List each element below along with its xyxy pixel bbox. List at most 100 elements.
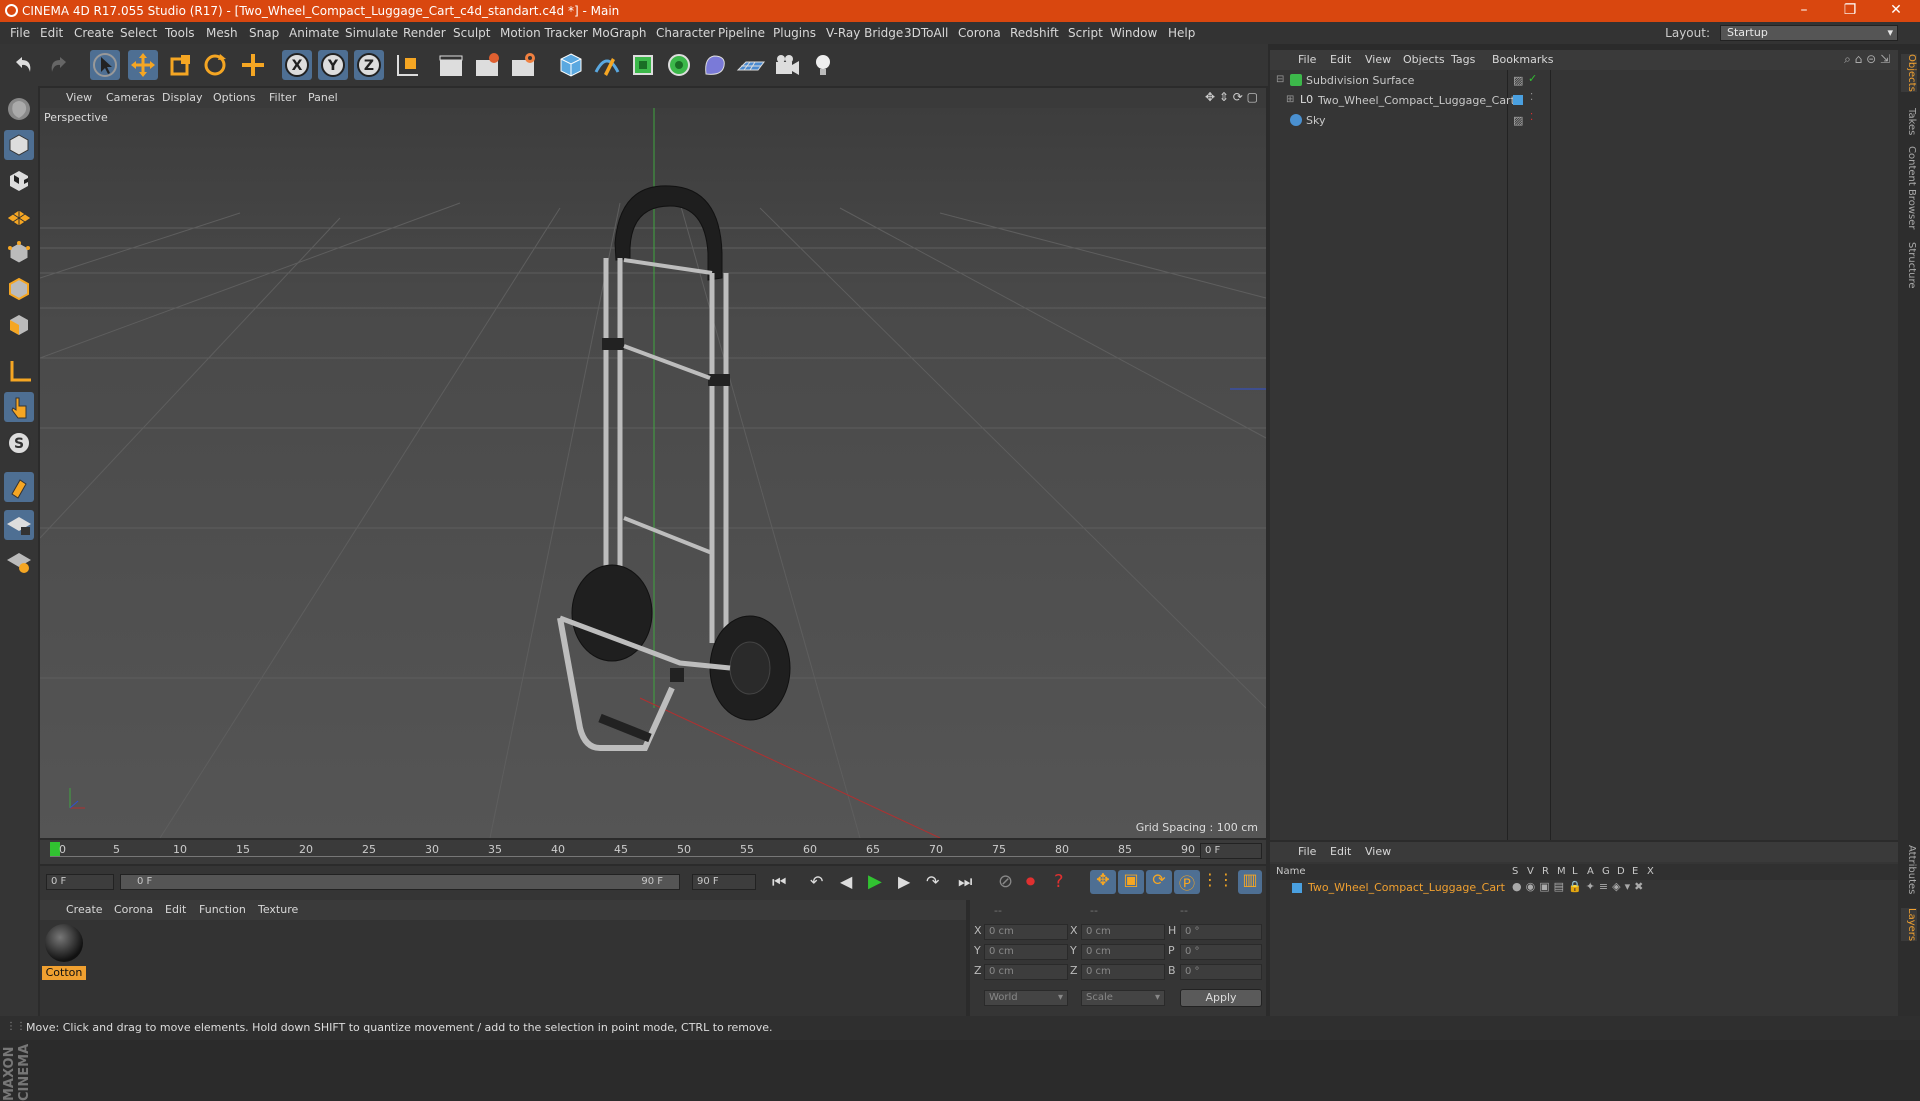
prev-frame-icon[interactable]: ◀ bbox=[840, 872, 852, 891]
menu-create[interactable]: Create bbox=[74, 26, 114, 40]
objects-menu-tags[interactable]: Tags bbox=[1451, 53, 1475, 66]
light-icon[interactable] bbox=[808, 50, 838, 80]
deformer-icon[interactable] bbox=[700, 50, 730, 80]
viewport-menu-filter[interactable]: Filter bbox=[269, 91, 296, 104]
coord-mode-dropdown[interactable]: World ▾ bbox=[984, 990, 1068, 1006]
menu-edit[interactable]: Edit bbox=[40, 26, 63, 40]
tab-attributes[interactable]: Attributes bbox=[1901, 845, 1917, 894]
tab-content-browser[interactable]: Content Browser bbox=[1901, 146, 1917, 229]
edit-toggle-icon[interactable]: ▨ bbox=[1513, 74, 1523, 87]
material-menu-corona[interactable]: Corona bbox=[114, 903, 153, 916]
layer-row[interactable]: Two_Wheel_Compact_Luggage_Cart ●◉▣▤🔒✦≡◈▾… bbox=[1270, 880, 1898, 896]
goto-start-icon[interactable]: ⏮ bbox=[772, 872, 786, 892]
record-icon[interactable]: ⏺ bbox=[1026, 871, 1035, 892]
menu-select[interactable]: Select bbox=[120, 26, 157, 40]
move-icon[interactable] bbox=[128, 50, 158, 80]
points-mode-icon[interactable] bbox=[4, 238, 34, 268]
size-mode-dropdown[interactable]: Scale ▾ bbox=[1081, 990, 1165, 1006]
viewport-menu-view[interactable]: View bbox=[66, 91, 92, 104]
material-menu-create[interactable]: Create bbox=[66, 903, 103, 916]
end-frame-field[interactable]: 90 F bbox=[692, 874, 756, 890]
key-param-icon[interactable]: Ⓟ bbox=[1174, 870, 1200, 894]
rot-h-field[interactable]: 0 ° bbox=[1180, 924, 1262, 940]
start-frame-field[interactable]: 0 F bbox=[46, 874, 114, 890]
object-row-subdivision-surface[interactable]: ⊟ Subdivision Surface ▨ ✓ bbox=[1270, 72, 1898, 92]
tab-objects[interactable]: Objects bbox=[1901, 54, 1917, 92]
material-cotton[interactable]: Cotton bbox=[42, 924, 86, 984]
restore-button[interactable]: ❐ bbox=[1830, 2, 1870, 20]
size-y-field[interactable]: 0 cm bbox=[1081, 944, 1165, 960]
size-z-field[interactable]: 0 cm bbox=[1081, 964, 1165, 980]
axis-mode-icon[interactable] bbox=[4, 356, 34, 386]
tweak-mode-icon[interactable] bbox=[4, 392, 34, 422]
perspective-viewport[interactable]: Perspective Grid Spacing : 100 cm bbox=[40, 108, 1266, 838]
menu-animate[interactable]: Animate bbox=[289, 26, 339, 40]
material-menu-texture[interactable]: Texture bbox=[258, 903, 298, 916]
menu-help[interactable]: Help bbox=[1168, 26, 1195, 40]
keyframe-selection-icon[interactable]: ⊘ bbox=[998, 871, 1013, 892]
viewport-menu-display[interactable]: Display bbox=[162, 91, 203, 104]
menu-pipeline[interactable]: Pipeline bbox=[718, 26, 765, 40]
menu-simulate[interactable]: Simulate bbox=[345, 26, 398, 40]
cloner-icon[interactable] bbox=[664, 50, 694, 80]
key-pla-icon[interactable]: ⋮⋮ bbox=[1202, 870, 1234, 894]
goto-end-icon[interactable]: ⏭ bbox=[958, 872, 972, 892]
viewport-menu-cameras[interactable]: Cameras bbox=[106, 91, 155, 104]
menu-tools[interactable]: Tools bbox=[165, 26, 195, 40]
pos-y-field[interactable]: 0 cm bbox=[984, 944, 1068, 960]
rotate-icon[interactable] bbox=[200, 50, 230, 80]
z-axis-button[interactable]: Z bbox=[354, 50, 384, 80]
menu-file[interactable]: File bbox=[10, 26, 30, 40]
visibility-dots-icon[interactable]: ⁚ bbox=[1530, 92, 1533, 103]
undo-icon[interactable] bbox=[8, 50, 38, 80]
play-icon[interactable]: ▶ bbox=[868, 871, 882, 892]
camera-icon[interactable] bbox=[772, 50, 802, 80]
menu-render[interactable]: Render bbox=[403, 26, 446, 40]
next-frame-icon[interactable]: ▶ bbox=[898, 872, 910, 891]
render-view-icon[interactable] bbox=[436, 50, 466, 80]
objects-menu-bookmarks[interactable]: Bookmarks bbox=[1492, 53, 1553, 66]
close-button[interactable]: ✕ bbox=[1876, 2, 1916, 20]
objects-menu-edit[interactable]: Edit bbox=[1330, 53, 1351, 66]
tab-takes[interactable]: Takes bbox=[1901, 108, 1917, 135]
expand-icon[interactable]: ⊞ bbox=[1286, 94, 1294, 105]
rot-b-field[interactable]: 0 ° bbox=[1180, 964, 1262, 980]
pen-spline-icon[interactable] bbox=[592, 50, 622, 80]
lock-workplane-icon[interactable] bbox=[4, 510, 34, 540]
tab-structure[interactable]: Structure bbox=[1901, 242, 1917, 289]
snap-icon[interactable]: S bbox=[4, 428, 34, 458]
y-axis-button[interactable]: Y bbox=[318, 50, 348, 80]
timeline-ruler[interactable]: 0 5 10 15 20 25 30 35 40 45 50 55 60 65 … bbox=[40, 840, 1266, 864]
objects-menu-objects[interactable]: Objects bbox=[1403, 53, 1445, 66]
layout-dropdown[interactable]: Startup ▾ bbox=[1720, 25, 1898, 41]
current-frame-field[interactable]: 0 F bbox=[1200, 843, 1262, 859]
key-rotate-icon[interactable]: ⟳ bbox=[1146, 870, 1172, 894]
layer-toggle-icons[interactable]: ●◉▣▤🔒✦≡◈▾✖ bbox=[1512, 880, 1647, 893]
workplane-mode-icon[interactable] bbox=[4, 202, 34, 232]
menu-mesh[interactable]: Mesh bbox=[206, 26, 238, 40]
menu-sculpt[interactable]: Sculpt bbox=[453, 26, 490, 40]
model-mode-icon[interactable] bbox=[4, 130, 34, 160]
layer-menu-edit[interactable]: Edit bbox=[1330, 845, 1351, 858]
minimize-button[interactable]: – bbox=[1784, 2, 1824, 20]
add-icon[interactable] bbox=[238, 50, 268, 80]
menu-corona[interactable]: Corona bbox=[958, 26, 1001, 40]
object-manager-nav-icons[interactable]: ⌕ ⌂ ⊝ ⇲ bbox=[1844, 52, 1890, 67]
apply-button[interactable]: Apply bbox=[1180, 989, 1262, 1007]
layer-color-tag[interactable] bbox=[1513, 95, 1523, 105]
object-row-sky[interactable]: Sky ▨ ⁚ bbox=[1270, 112, 1898, 132]
planar-workplane-icon[interactable] bbox=[4, 546, 34, 576]
menu-character[interactable]: Character bbox=[656, 26, 715, 40]
make-editable-icon[interactable] bbox=[4, 94, 34, 124]
magnet-icon[interactable] bbox=[4, 472, 34, 502]
viewport-menu-panel[interactable]: Panel bbox=[308, 91, 338, 104]
objects-menu-file[interactable]: File bbox=[1298, 53, 1316, 66]
key-scale-icon[interactable]: ▣ bbox=[1118, 870, 1144, 894]
viewport-menu-options[interactable]: Options bbox=[213, 91, 255, 104]
tab-layers[interactable]: Layers bbox=[1901, 908, 1917, 942]
collapse-icon[interactable]: ⊟ bbox=[1276, 74, 1284, 85]
frame-range-slider[interactable]: 0 F 90 F bbox=[120, 874, 680, 890]
menu-redshift[interactable]: Redshift bbox=[1010, 26, 1059, 40]
texture-mode-icon[interactable] bbox=[4, 166, 34, 196]
cube-icon[interactable] bbox=[556, 50, 586, 80]
